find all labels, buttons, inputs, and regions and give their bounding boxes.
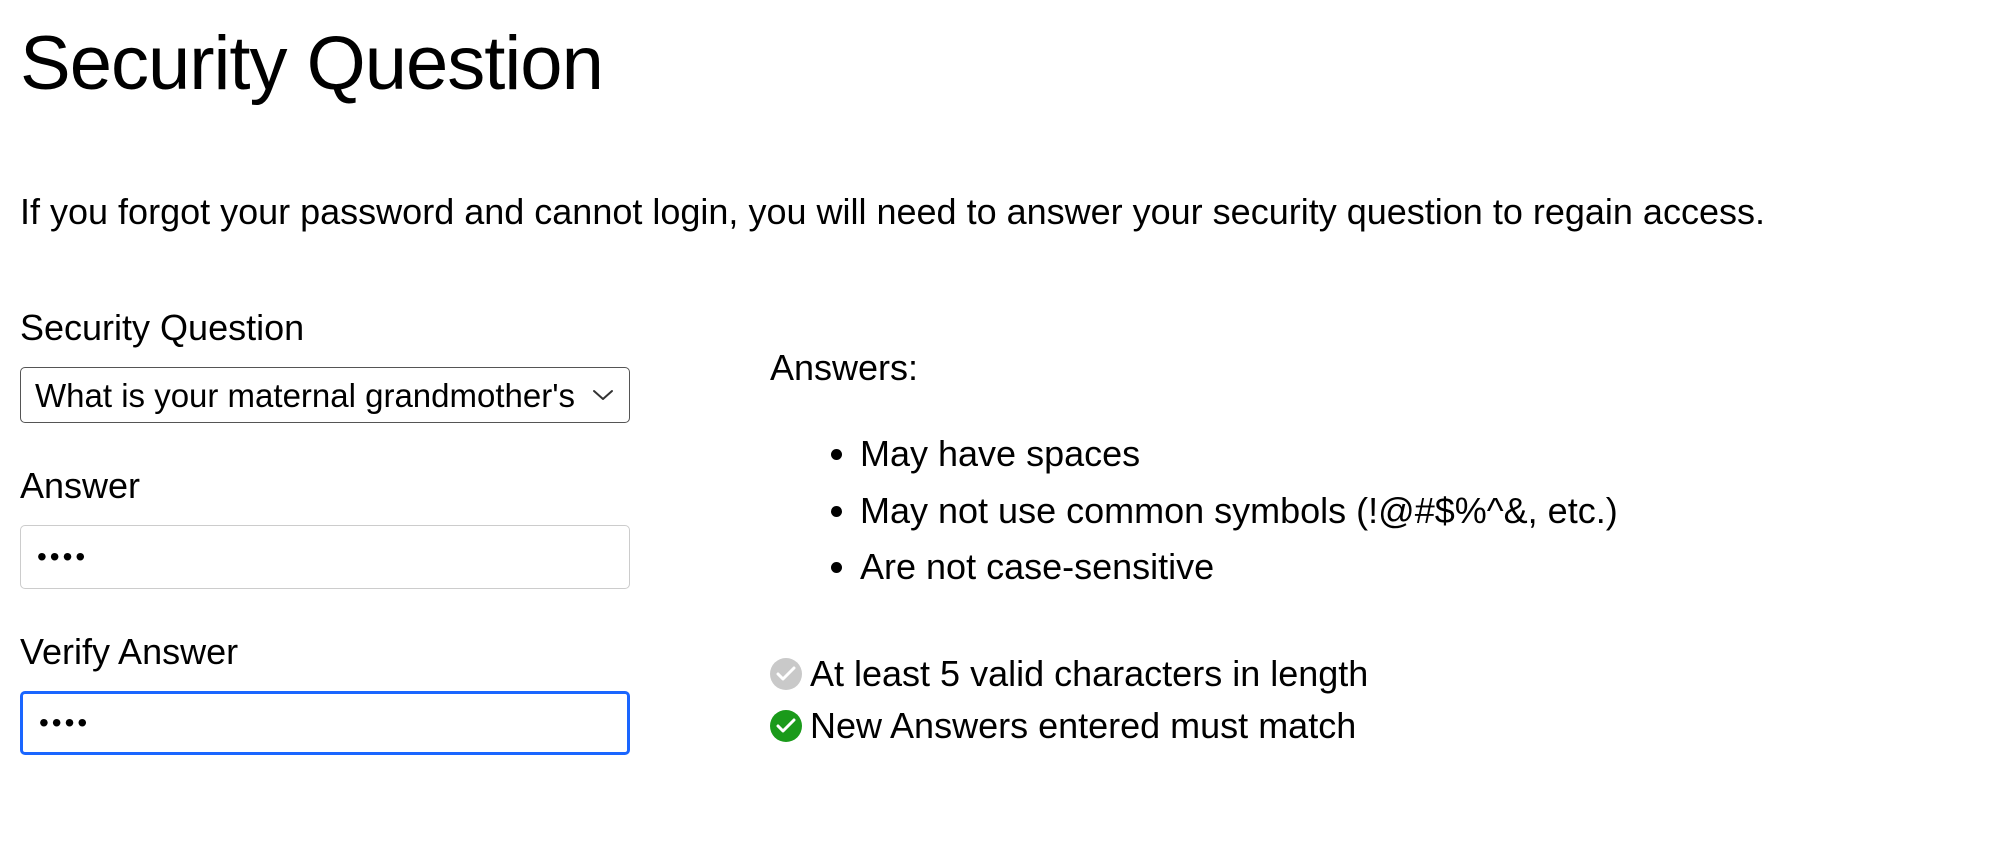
check-match-row: New Answers entered must match (770, 705, 1980, 747)
verify-answer-label: Verify Answer (20, 631, 630, 673)
security-question-label: Security Question (20, 307, 630, 349)
answer-label: Answer (20, 465, 630, 507)
verify-answer-input[interactable] (20, 691, 630, 755)
description-text: If you forgot your password and cannot l… (20, 187, 1980, 237)
page-title: Security Question (20, 20, 1980, 107)
rule-item: Are not case-sensitive (860, 542, 1980, 592)
rule-item: May not use common symbols (!@#$%^&, etc… (860, 486, 1980, 536)
rules-heading: Answers: (770, 347, 1980, 389)
check-match-text: New Answers entered must match (810, 705, 1356, 747)
checkmark-icon (770, 710, 802, 742)
checkmark-icon (770, 658, 802, 690)
check-length-text: At least 5 valid characters in length (810, 653, 1368, 695)
rule-item: May have spaces (860, 429, 1980, 479)
check-length-row: At least 5 valid characters in length (770, 653, 1980, 695)
security-question-select[interactable]: What is your maternal grandmother's maid… (20, 367, 630, 423)
answer-input[interactable] (20, 525, 630, 589)
